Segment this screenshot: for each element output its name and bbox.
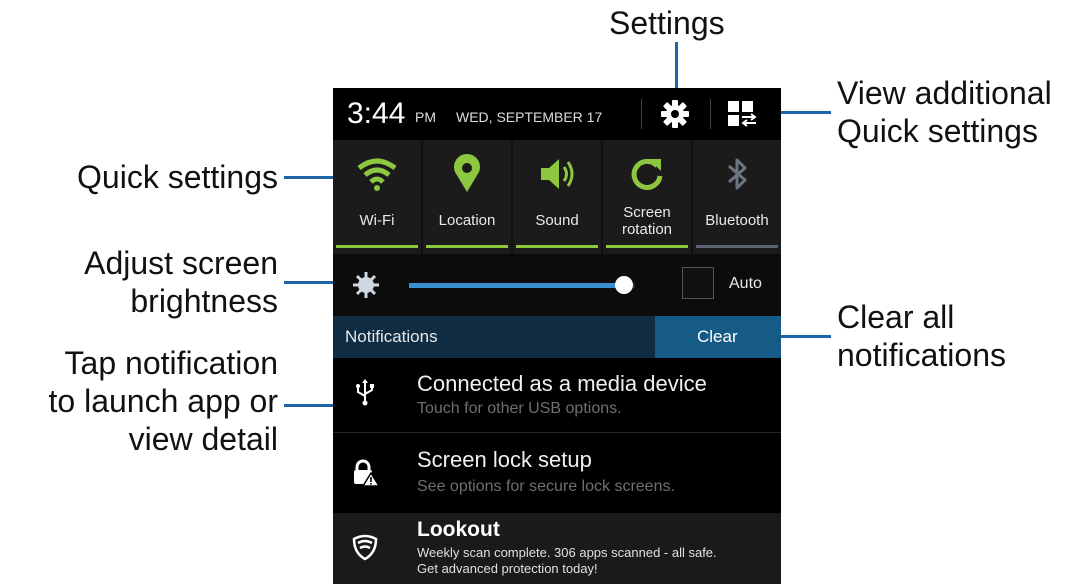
- status-date: WED, SEPTEMBER 17: [456, 109, 603, 125]
- tile-location-indicator: [426, 245, 508, 248]
- clear-button-label: Clear: [697, 327, 738, 346]
- auto-brightness-label: Auto: [729, 275, 762, 292]
- clear-button[interactable]: Clear: [655, 316, 781, 358]
- tile-screen-rotation[interactable]: Screen rotation: [603, 140, 691, 254]
- clear-all-callout: Clear all notifications: [837, 298, 1006, 374]
- tile-wifi-indicator: [336, 245, 418, 248]
- tile-location-label: Location: [438, 212, 496, 229]
- tile-wifi[interactable]: Wi-Fi: [333, 140, 421, 254]
- auto-brightness-checkbox[interactable]: [682, 267, 714, 299]
- lock-warning-icon: [354, 459, 379, 487]
- tile-location[interactable]: Location: [423, 140, 511, 254]
- tile-sound-label: Sound: [535, 212, 579, 229]
- tile-rotation-label-2: rotation: [621, 221, 673, 238]
- brightness-callout-line1: Adjust screen: [84, 245, 278, 281]
- clock-ampm: PM: [415, 109, 436, 125]
- notifications-title: Notifications: [345, 327, 438, 346]
- grid-icon[interactable]: [728, 101, 758, 127]
- notification-usb-subtitle: Touch for other USB options.: [417, 400, 622, 417]
- tile-bluetooth-label: Bluetooth: [705, 212, 769, 229]
- tile-sound[interactable]: Sound: [513, 140, 601, 254]
- usb-icon: [356, 379, 374, 406]
- tap-callout-line2: to launch app or: [48, 383, 279, 419]
- notification-lock-title: Screen lock setup: [417, 447, 592, 472]
- brightness-sun-icon: [353, 272, 379, 298]
- clock-time: 3:44: [347, 97, 406, 130]
- tile-rotation-label-1: Screen: [623, 204, 671, 221]
- quick-settings-callout: Quick settings: [77, 159, 278, 195]
- view-additional-line1: View additional: [837, 75, 1052, 111]
- notification-usb-title: Connected as a media device: [417, 371, 707, 396]
- notification-lookout-title: Lookout: [417, 518, 500, 541]
- tile-sound-indicator: [516, 245, 598, 248]
- notification-usb[interactable]: Connected as a media device Touch for ot…: [333, 358, 781, 432]
- rotate-icon: [631, 158, 663, 190]
- notification-lookout[interactable]: Lookout Weekly scan complete. 306 apps s…: [333, 513, 781, 584]
- tap-notification-callout: Tap notification to launch app or view d…: [0, 344, 279, 458]
- tile-rotation-indicator: [606, 245, 688, 248]
- view-additional-callout: View additional Quick settings: [837, 74, 1052, 150]
- clear-all-line1: Clear all: [837, 299, 955, 335]
- tap-callout-line1: Tap notification: [64, 345, 278, 381]
- brightness-callout: Adjust screen brightness: [40, 244, 278, 320]
- tile-bluetooth[interactable]: Bluetooth: [693, 140, 781, 254]
- brightness-callout-line2: brightness: [130, 283, 278, 319]
- notification-lock-subtitle: See options for secure lock screens.: [417, 478, 675, 495]
- notification-screen-lock[interactable]: Screen lock setup See options for secure…: [333, 433, 781, 513]
- brightness-row: Auto: [333, 254, 781, 316]
- location-pin-icon: [454, 154, 480, 192]
- view-additional-line: [781, 111, 831, 114]
- tile-wifi-label: Wi-Fi: [359, 212, 395, 229]
- tap-callout-line3: view detail: [128, 421, 278, 457]
- clear-all-line2: notifications: [837, 337, 1006, 373]
- view-additional-line2: Quick settings: [837, 113, 1038, 149]
- notification-lookout-line2: Get advanced protection today!: [417, 561, 598, 576]
- gear-icon[interactable]: [661, 100, 689, 128]
- status-divider: [641, 99, 642, 129]
- notifications-header: Notifications Clear: [333, 316, 781, 358]
- brightness-thumb[interactable]: [615, 276, 633, 294]
- status-divider-2: [710, 99, 711, 129]
- wifi-icon: [357, 158, 397, 191]
- settings-callout: Settings: [609, 5, 725, 41]
- status-bar: 3:44 PM WED, SEPTEMBER 17: [333, 88, 781, 140]
- quick-settings-tiles: Wi-Fi Location Sound Screen rotation Blu…: [333, 140, 781, 254]
- brightness-fill: [409, 283, 624, 288]
- tile-bluetooth-indicator: [696, 245, 778, 248]
- notification-panel: 3:44 PM WED, SEPTEMBER 17 Wi-Fi Location…: [333, 88, 781, 584]
- speaker-icon: [541, 159, 574, 189]
- shield-icon: [352, 534, 378, 561]
- bluetooth-icon: [728, 158, 747, 190]
- notification-lookout-line1: Weekly scan complete. 306 apps scanned -…: [417, 545, 717, 560]
